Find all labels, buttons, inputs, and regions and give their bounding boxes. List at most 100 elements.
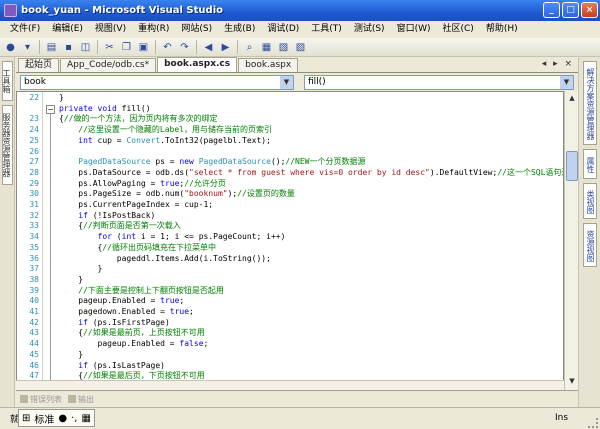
- document-tab[interactable]: 起始页: [18, 58, 60, 72]
- code-line[interactable]: ps.DataSource = odb.ds("select * from gu…: [59, 168, 563, 179]
- collapse-toggle[interactable]: −: [46, 104, 55, 114]
- close-button[interactable]: ×: [581, 2, 598, 18]
- scroll-down-icon[interactable]: ▼: [566, 375, 578, 387]
- line-number: 45: [29, 349, 39, 359]
- open-icon[interactable]: ▤: [44, 40, 59, 55]
- server-explorer-tab[interactable]: 服务器资源管理器: [2, 105, 13, 185]
- code-line[interactable]: pageup.Enabled = false;: [59, 339, 209, 350]
- document-tab[interactable]: App_Code/odb.cs*: [60, 58, 157, 72]
- menu-item[interactable]: 文件(F): [4, 21, 46, 38]
- output-tab[interactable]: 输出: [68, 394, 94, 405]
- ime-mode-label[interactable]: 标准: [33, 411, 55, 426]
- add-item-icon[interactable]: ▾: [20, 40, 35, 55]
- new-project-icon[interactable]: ●: [3, 40, 18, 55]
- tab-controls[interactable]: ◂ ▸ ×: [542, 59, 574, 69]
- properties-tab[interactable]: 属性: [583, 149, 597, 179]
- line-number: 30: [29, 189, 39, 199]
- solution-explorer-icon[interactable]: ▦: [259, 40, 274, 55]
- ime-keyboard-icon[interactable]: ▦: [80, 413, 91, 424]
- code-line[interactable]: private void fill(): [59, 104, 151, 115]
- code-line[interactable]: ps.CurrentPageIndex = cup-1;: [59, 200, 213, 211]
- line-number: 41: [29, 307, 39, 316]
- save-all-icon[interactable]: ◫: [78, 40, 93, 55]
- left-dock-strip: 工具箱 服务器资源管理器: [0, 57, 15, 407]
- menu-item[interactable]: 调试(D): [261, 21, 305, 38]
- resource-view-tab[interactable]: 资源视图: [583, 223, 597, 267]
- line-number: 36: [29, 253, 39, 263]
- code-line[interactable]: ps.AllowPaging = true;//允许分页: [59, 179, 226, 190]
- code-line[interactable]: pageddl.Items.Add(i.ToString());: [59, 254, 271, 265]
- menu-item[interactable]: 编辑(E): [46, 21, 89, 38]
- minimize-button[interactable]: _: [543, 2, 560, 18]
- code-line[interactable]: {//判断页面是否第一次载入: [59, 221, 180, 232]
- code-line[interactable]: {//做的一个方法，因为页内将有多次的绑定: [59, 114, 217, 125]
- solution-explorer-tab[interactable]: 解决方案资源管理器: [583, 61, 597, 145]
- ime-fullwidth-icon[interactable]: ●: [57, 413, 68, 424]
- start-debug-icon[interactable]: ▶: [218, 40, 233, 55]
- code-line[interactable]: int cup = Convert.ToInt32(pagelbl.Text);: [59, 136, 271, 147]
- document-tab[interactable]: book.aspx: [238, 58, 299, 72]
- code-line[interactable]: }: [59, 275, 83, 286]
- scroll-up-icon[interactable]: ▲: [566, 92, 578, 104]
- find-icon[interactable]: ⌕: [242, 40, 257, 55]
- menu-item[interactable]: 工具(T): [305, 21, 348, 38]
- paste-icon[interactable]: ▣: [136, 40, 151, 55]
- code-line[interactable]: //这里设置一个隐藏的Label，用与储存当前的页索引: [59, 125, 272, 136]
- menu-item[interactable]: 社区(C): [437, 21, 480, 38]
- menu-item[interactable]: 帮助(H): [480, 21, 524, 38]
- menu-item[interactable]: 窗口(W): [391, 21, 437, 38]
- code-line[interactable]: for (int i = 1; i <= ps.PageCount; i++): [59, 232, 286, 243]
- line-number: 23: [29, 114, 39, 124]
- class-combo[interactable]: book ▼: [20, 74, 294, 90]
- code-line[interactable]: //下面主要是控制上下翻页按钮是否起用: [59, 286, 224, 297]
- code-line[interactable]: }: [59, 264, 103, 275]
- menu-item[interactable]: 测试(S): [348, 21, 391, 38]
- code-editor[interactable]: 22 23 24 25 26 27 28 29 30 31 32 33 34 35 36 37 38 39 40 41…: [16, 91, 564, 390]
- code-line[interactable]: if (!IsPostBack): [59, 211, 155, 222]
- code-line[interactable]: pagedown.Enabled = true;: [59, 307, 194, 318]
- document-tabs: 起始页 App_Code/odb.cs* book.aspx.cs book.aspx…: [16, 57, 578, 73]
- output-icon: [68, 395, 76, 403]
- code-line[interactable]: if (ps.IsLastPage): [59, 361, 165, 372]
- undo-icon[interactable]: ↶: [160, 40, 175, 55]
- cut-icon[interactable]: ✂: [102, 40, 117, 55]
- toolbox-icon[interactable]: ▨: [293, 40, 308, 55]
- resize-grip[interactable]: [588, 418, 598, 428]
- navigate-back-icon[interactable]: ◀: [201, 40, 216, 55]
- line-number: 47: [29, 371, 39, 381]
- maximize-button[interactable]: □: [562, 2, 579, 18]
- horizontal-scrollbar[interactable]: [16, 380, 564, 390]
- scroll-thumb[interactable]: [566, 151, 578, 181]
- ime-toolbar[interactable]: ⊞ 标准 ● ·, ▦: [18, 409, 95, 427]
- code-line[interactable]: pageup.Enabled = true;: [59, 296, 184, 307]
- line-number: 33: [29, 221, 39, 231]
- code-line[interactable]: PagedDataSource ps = new PagedDataSource…: [59, 157, 365, 168]
- code-line[interactable]: {//循环出页码填充在下拉菜单中: [59, 243, 216, 254]
- code-line[interactable]: }: [59, 350, 83, 361]
- menu-item[interactable]: 生成(B): [218, 21, 261, 38]
- class-combo-value: book: [24, 77, 46, 87]
- vertical-scrollbar[interactable]: ▲ ▼: [564, 91, 578, 390]
- ime-punct-icon[interactable]: ·,: [70, 413, 78, 424]
- error-list-tab[interactable]: 错误列表: [20, 394, 62, 405]
- line-number: 28: [29, 167, 39, 177]
- menu-item[interactable]: 视图(V): [89, 21, 132, 38]
- code-line[interactable]: ps.PageSize = odb.num("booknum");//设置页的数…: [59, 189, 295, 200]
- menu-item[interactable]: 网站(S): [175, 21, 218, 38]
- code-line[interactable]: {//如果是最前页，上页按钮不可用: [59, 328, 204, 339]
- save-icon[interactable]: ▪: [61, 40, 76, 55]
- line-number: 37: [29, 264, 39, 274]
- member-combo[interactable]: fill() ▼: [304, 74, 574, 90]
- code-line[interactable]: if (ps.IsFirstPage): [59, 318, 170, 329]
- code-line[interactable]: }: [59, 93, 64, 104]
- line-number: 44: [29, 339, 39, 349]
- document-tab[interactable]: book.aspx.cs: [157, 57, 238, 72]
- menu-item[interactable]: 重构(R): [132, 21, 175, 38]
- class-view-tab[interactable]: 类视图: [583, 183, 597, 219]
- copy-icon[interactable]: ❐: [119, 40, 134, 55]
- line-number: 26: [29, 146, 39, 156]
- redo-icon[interactable]: ↷: [177, 40, 192, 55]
- toolbox-tab[interactable]: 工具箱: [2, 61, 13, 101]
- properties-icon[interactable]: ▧: [276, 40, 291, 55]
- ime-switch-icon[interactable]: ⊞: [21, 413, 31, 424]
